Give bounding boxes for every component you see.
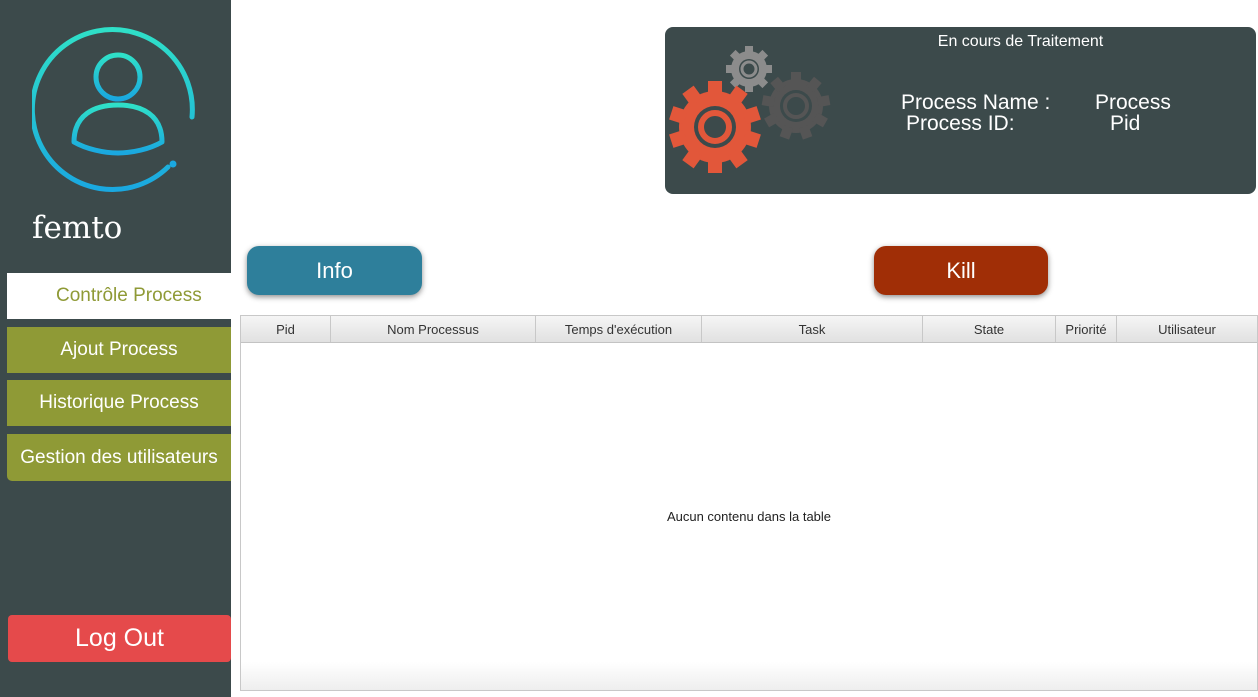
process-id-value: Pid [1110, 112, 1141, 135]
process-table[interactable]: Pid Nom Processus Temps d'exécution Task… [240, 315, 1258, 691]
logout-button[interactable]: Log Out [8, 615, 231, 662]
table-empty-message: Aucun contenu dans la table [666, 509, 832, 524]
column-header-utilisateur[interactable]: Utilisateur [1117, 316, 1257, 342]
nav-item-controle-process[interactable]: Contrôle Process [7, 273, 231, 319]
kill-button[interactable]: Kill [874, 246, 1048, 295]
nav-item-ajout-process[interactable]: Ajout Process [7, 327, 231, 373]
nav-item-historique-process[interactable]: Historique Process [7, 380, 231, 426]
table-bottom-fade [241, 662, 1257, 690]
user-avatar-icon [32, 27, 195, 193]
sidebar: femto Contrôle Process Ajout Process His… [0, 0, 231, 697]
processing-status-panel: En cours de Traitement Process Name: Pr… [665, 27, 1256, 194]
process-id-label: Process ID: [906, 112, 1015, 135]
nav-item-gestion-utilisateurs[interactable]: Gestion des utilisateurs [7, 434, 231, 481]
column-header-state[interactable]: State [923, 316, 1056, 342]
username-label: femto [32, 210, 123, 246]
table-header: Pid Nom Processus Temps d'exécution Task… [241, 316, 1257, 343]
column-header-temps-execution[interactable]: Temps d'exécution [536, 316, 702, 342]
column-header-priorite[interactable]: Priorité [1056, 316, 1117, 342]
gears-icon [669, 46, 831, 173]
column-header-task[interactable]: Task [702, 316, 923, 342]
column-header-pid[interactable]: Pid [241, 316, 331, 342]
info-button[interactable]: Info [247, 246, 422, 295]
app-window: femto Contrôle Process Ajout Process His… [0, 0, 1258, 697]
column-header-nom-processus[interactable]: Nom Processus [331, 316, 536, 342]
